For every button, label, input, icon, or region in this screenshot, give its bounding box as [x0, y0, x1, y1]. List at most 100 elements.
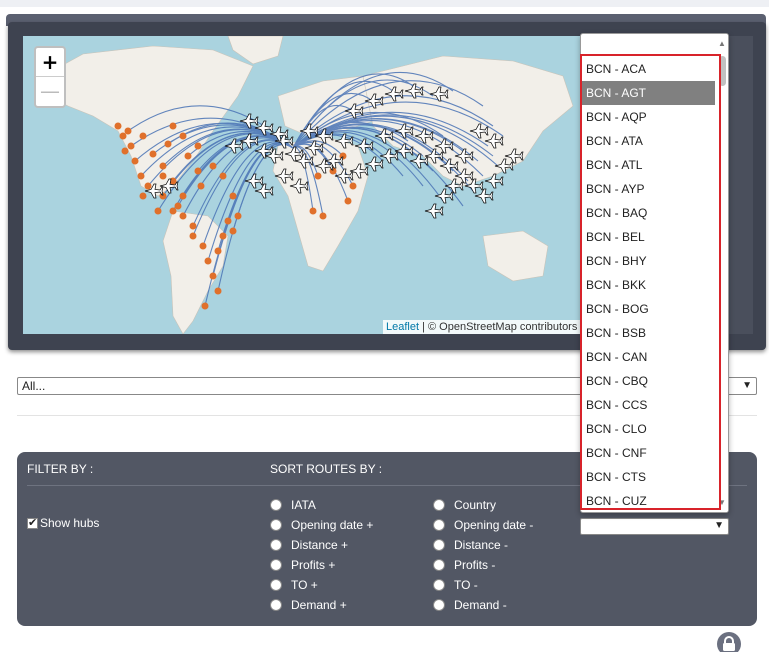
route-option[interactable]: BCN - BHY — [582, 249, 715, 273]
zoom-in-button[interactable]: + — [36, 48, 64, 77]
sort-title: SORT ROUTES BY : — [270, 462, 383, 476]
route-option[interactable]: BCN - AGT — [582, 81, 715, 105]
sort-radio[interactable]: TO - — [433, 578, 478, 592]
route-option[interactable]: BCN - CNF — [582, 441, 715, 465]
route-option[interactable]: BCN - BOG — [582, 297, 715, 321]
attribution-text: | © OpenStreetMap contributors — [419, 321, 578, 333]
route-map[interactable] — [23, 36, 583, 334]
radio-icon[interactable] — [433, 519, 445, 531]
airport-marker — [131, 157, 139, 165]
sort-radio[interactable]: Demand + — [270, 598, 347, 612]
sort-radio[interactable]: Opening date + — [270, 518, 373, 532]
world-map-canvas — [42, 36, 574, 334]
sort-radio-label: Demand + — [291, 598, 347, 612]
route-option[interactable]: BCN - ACA — [582, 57, 715, 81]
airport-marker — [234, 212, 242, 220]
route-select-dropdown[interactable]: BCN - ACA BCN - AGT BCN - AQP BCN - ATA BCN … — [580, 33, 729, 513]
radio-icon[interactable] — [270, 499, 282, 511]
chevron-down-icon: ▼ — [742, 380, 752, 391]
airport-marker — [124, 127, 132, 135]
dropdown-scrollbar[interactable]: ▲ ▼ — [716, 34, 728, 512]
airport-marker — [139, 192, 147, 200]
airport-marker — [219, 232, 227, 240]
sort-radio[interactable]: Demand - — [433, 598, 507, 612]
route-option[interactable]: BCN - AYP — [582, 177, 715, 201]
airport-marker — [199, 242, 207, 250]
airport-marker — [179, 192, 187, 200]
airport-marker — [219, 172, 227, 180]
sort-radio[interactable]: Profits - — [433, 558, 495, 572]
route-option[interactable]: BCN - BKK — [582, 273, 715, 297]
scroll-down-icon[interactable]: ▼ — [718, 498, 726, 507]
sort-radio-label: Distance + — [291, 538, 349, 552]
airport-marker — [137, 172, 145, 180]
airport-marker — [189, 222, 197, 230]
top-strip — [0, 0, 769, 7]
sort-radio-label: Distance - — [454, 538, 509, 552]
route-select[interactable]: ▼ — [580, 518, 729, 535]
leaflet-link[interactable]: Leaflet — [386, 321, 419, 333]
airport-marker — [194, 167, 202, 175]
airport-marker — [194, 142, 202, 150]
radio-icon[interactable] — [433, 539, 445, 551]
route-option[interactable]: BCN - ATL — [582, 153, 715, 177]
route-option[interactable]: BCN - CLO — [582, 417, 715, 441]
airport-marker — [314, 172, 322, 180]
lock-icon[interactable] — [717, 632, 741, 652]
filter-select-value: All... — [22, 379, 46, 393]
route-option[interactable]: BCN - CUZ — [582, 489, 715, 512]
airport-marker — [349, 182, 357, 190]
route-option[interactable]: BCN - AQP — [582, 105, 715, 129]
sort-radio[interactable]: Distance + — [270, 538, 348, 552]
sort-radio-label: Opening date - — [454, 518, 534, 532]
route-option[interactable]: BCN - BAQ — [582, 201, 715, 225]
airport-marker — [169, 207, 177, 215]
show-hubs-label: Show hubs — [40, 516, 100, 530]
plane-icon — [254, 183, 274, 199]
radio-icon[interactable] — [433, 499, 445, 511]
airport-marker — [319, 212, 327, 220]
airport-marker — [114, 122, 122, 130]
airport-marker — [139, 132, 147, 140]
checkbox-checked-icon[interactable] — [27, 516, 38, 529]
plane-icon — [474, 188, 494, 204]
route-option[interactable]: BCN - CBQ — [582, 369, 715, 393]
airport-marker — [121, 147, 129, 155]
radio-icon[interactable] — [433, 599, 445, 611]
route-option[interactable]: BCN - CCS — [582, 393, 715, 417]
radio-icon[interactable] — [433, 559, 445, 571]
airport-marker — [174, 202, 182, 210]
map-attribution: Leaflet | © OpenStreetMap contributors — [383, 320, 581, 334]
scroll-up-icon[interactable]: ▲ — [718, 39, 726, 48]
route-option[interactable]: BCN - BSB — [582, 321, 715, 345]
radio-icon[interactable] — [270, 519, 282, 531]
radio-icon[interactable] — [270, 559, 282, 571]
sort-radio[interactable]: Distance - — [433, 538, 508, 552]
sort-radio[interactable]: Profits + — [270, 558, 335, 572]
zoom-control: + — — [34, 46, 66, 108]
zoom-out-button[interactable]: — — [36, 77, 64, 106]
airport-marker — [169, 122, 177, 130]
radio-icon[interactable] — [270, 579, 282, 591]
sort-radio[interactable]: Opening date - — [433, 518, 533, 532]
scrollbar-thumb[interactable] — [719, 56, 726, 86]
sort-radio[interactable]: TO + — [270, 578, 318, 592]
route-option[interactable]: BCN - BEL — [582, 225, 715, 249]
airport-marker — [179, 212, 187, 220]
airport-marker — [149, 150, 157, 158]
sort-radio[interactable]: IATA — [270, 498, 316, 512]
radio-icon[interactable] — [270, 599, 282, 611]
airport-marker — [159, 162, 167, 170]
airport-marker — [159, 172, 167, 180]
show-hubs-checkbox[interactable]: Show hubs — [27, 516, 99, 530]
sort-radio-label: Opening date + — [291, 518, 374, 532]
route-option[interactable]: BCN - CTS — [582, 465, 715, 489]
radio-icon[interactable] — [270, 539, 282, 551]
sort-radio[interactable]: Country — [433, 498, 496, 512]
route-option[interactable]: BCN - CAN — [582, 345, 715, 369]
airport-marker — [201, 302, 209, 310]
radio-icon[interactable] — [433, 579, 445, 591]
airport-marker — [164, 140, 172, 148]
airport-marker — [344, 197, 352, 205]
route-option[interactable]: BCN - ATA — [582, 129, 715, 153]
